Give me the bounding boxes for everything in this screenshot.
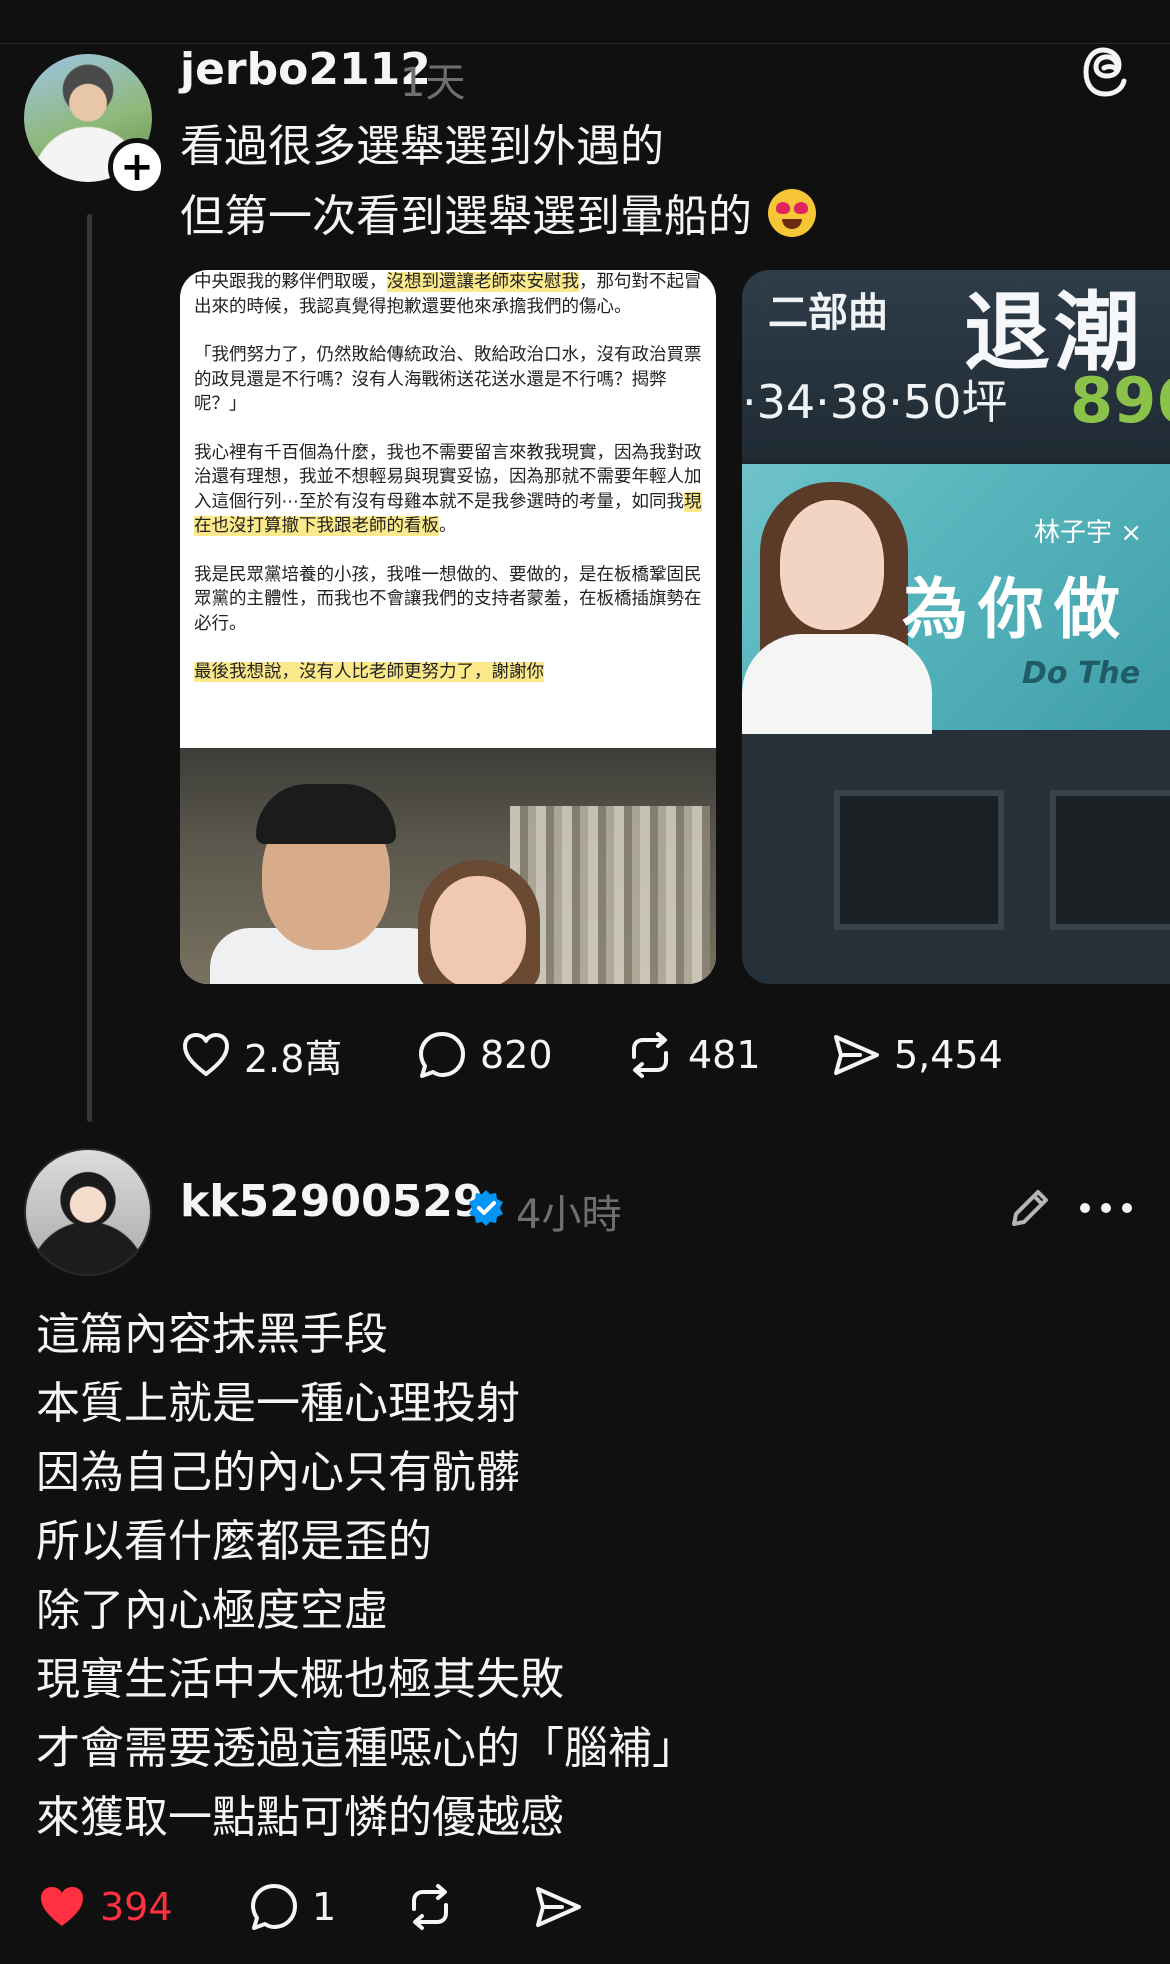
more-options-icon[interactable]: [1080, 1190, 1132, 1226]
like-button[interactable]: 394: [36, 1881, 248, 1933]
billboard-text: 896: [1070, 364, 1170, 437]
post-username[interactable]: jerbo2112: [180, 44, 431, 95]
verified-badge-icon: [469, 1190, 503, 1226]
like-count: 394: [100, 1885, 173, 1929]
image-paragraph: 我是民眾黨培養的小孩，我唯一想做的、要做的，是在板橋鞏固民眾黨的主體性，而我也不…: [194, 564, 702, 634]
share-button[interactable]: [532, 1881, 596, 1933]
image-paragraph: 「我們努力了，仍然敗給傳統政治、敗給政治口水，沒有政治買票的政見還是不行嗎？沒有…: [194, 345, 702, 414]
repost-button[interactable]: [404, 1881, 532, 1933]
image-text-block: 中央跟我的夥伴們取暖，沒想到還讓老師來安慰我，那句對不起冒出來的時候，我認真覺得…: [180, 270, 716, 685]
share-icon: [834, 1035, 879, 1075]
image-paragraph: 中央跟我的夥伴們取暖，沒想到還讓老師來安慰我，那句對不起冒出來的時候，我認真覺得…: [194, 272, 702, 317]
post-line: 因為自己的內心只有骯髒: [36, 1447, 520, 1498]
banner-name: 林子宇 ×: [1034, 518, 1143, 548]
post-timestamp: 1天: [400, 60, 466, 106]
post-line: 這篇內容抹黑手段: [36, 1309, 388, 1360]
top-bar: [0, 0, 1170, 44]
post-line: 但第一次看到選舉選到暈船的: [180, 182, 816, 252]
post-body: 看過很多選舉選到外遇的 但第一次看到選舉選到暈船的: [180, 112, 816, 252]
comment-button[interactable]: 820: [416, 1029, 624, 1081]
edit-pencil-icon[interactable]: [1006, 1184, 1054, 1232]
threads-logo-icon[interactable]: [1082, 46, 1134, 98]
repost-icon: [632, 1032, 668, 1078]
avatar[interactable]: [24, 1148, 152, 1276]
banner-english: Do The: [1022, 656, 1141, 691]
post-image-1[interactable]: 中央跟我的夥伴們取暖，沒想到還讓老師來安慰我，那句對不起冒出來的時候，我認真覺得…: [180, 270, 716, 984]
repost-icon: [412, 1884, 448, 1930]
post-line: 所以看什麼都是歪的: [36, 1516, 432, 1567]
comment-count: 820: [480, 1033, 553, 1077]
heart-eyes-emoji-icon: [768, 189, 816, 237]
comment-button[interactable]: 1: [248, 1881, 404, 1933]
post-actions: 394 1: [36, 1872, 596, 1942]
follow-plus-icon[interactable]: +: [108, 138, 166, 196]
building-window: [834, 790, 1004, 930]
comment-icon: [419, 1032, 465, 1078]
heart-icon: [183, 1033, 229, 1076]
image-photo: [180, 748, 716, 984]
post-line: 來獲取一點點可憐的優越感: [36, 1792, 564, 1843]
person-head: [780, 500, 884, 630]
post-line: 除了內心極度空虛: [36, 1585, 388, 1636]
image-paragraph: 最後我想說，沒有人比老師更努力了，謝謝你: [194, 662, 544, 682]
share-button[interactable]: 5,454: [830, 1029, 1003, 1081]
like-button[interactable]: 2.8萬: [180, 1028, 416, 1083]
repost-button[interactable]: 481: [624, 1029, 830, 1081]
repost-count: 481: [688, 1033, 761, 1077]
thread-connector-line: [87, 214, 92, 1122]
billboard-top: 二部曲 退潮 ·34·38·50坪 896: [742, 270, 1170, 460]
billboard-text: ·34·38·50坪: [742, 375, 1008, 429]
comment-count: 1: [312, 1885, 337, 1929]
post-image-2[interactable]: 二部曲 退潮 ·34·38·50坪 896 林子宇 × 為你做 Do The: [742, 270, 1170, 984]
banner-slogan: 為你做: [902, 571, 1130, 648]
post-timestamp: 4小時: [516, 1192, 622, 1238]
post-username[interactable]: kk52900529: [180, 1176, 483, 1227]
campaign-banner: 林子宇 × 為你做 Do The: [742, 460, 1170, 734]
building-window: [1050, 790, 1170, 930]
like-count: 2.8萬: [244, 1036, 343, 1081]
share-icon: [536, 1887, 581, 1927]
post-line: 才會需要透過這種噁心的「腦補」: [36, 1723, 696, 1774]
post-actions: 2.8萬 820 481 5,454: [180, 1020, 1003, 1090]
person-hair: [256, 784, 396, 844]
post-line: 本質上就是一種心理投射: [36, 1378, 520, 1429]
share-count: 5,454: [894, 1033, 1003, 1077]
post-body: 這篇內容抹黑手段 本質上就是一種心理投射 因為自己的內心只有骯髒 所以看什麼都是…: [36, 1300, 696, 1852]
person-head: [430, 876, 526, 984]
clothes-rack: [510, 806, 710, 984]
heart-filled-icon: [41, 1887, 83, 1926]
post-line: 現實生活中大概也極其失敗: [36, 1654, 564, 1705]
post-line: 看過很多選舉選到外遇的: [180, 121, 664, 172]
comment-icon: [251, 1884, 297, 1930]
image-paragraph: 我心裡有千百個為什麼，我也不需要留言來教我現實，因為我對政治還有理想，我並不想輕…: [194, 442, 702, 536]
billboard-text: 二部曲: [768, 290, 888, 336]
threads-feed: + jerbo2112 1天 看過很多選舉選到外遇的 但第一次看到選舉選到暈船的…: [0, 0, 1170, 1964]
